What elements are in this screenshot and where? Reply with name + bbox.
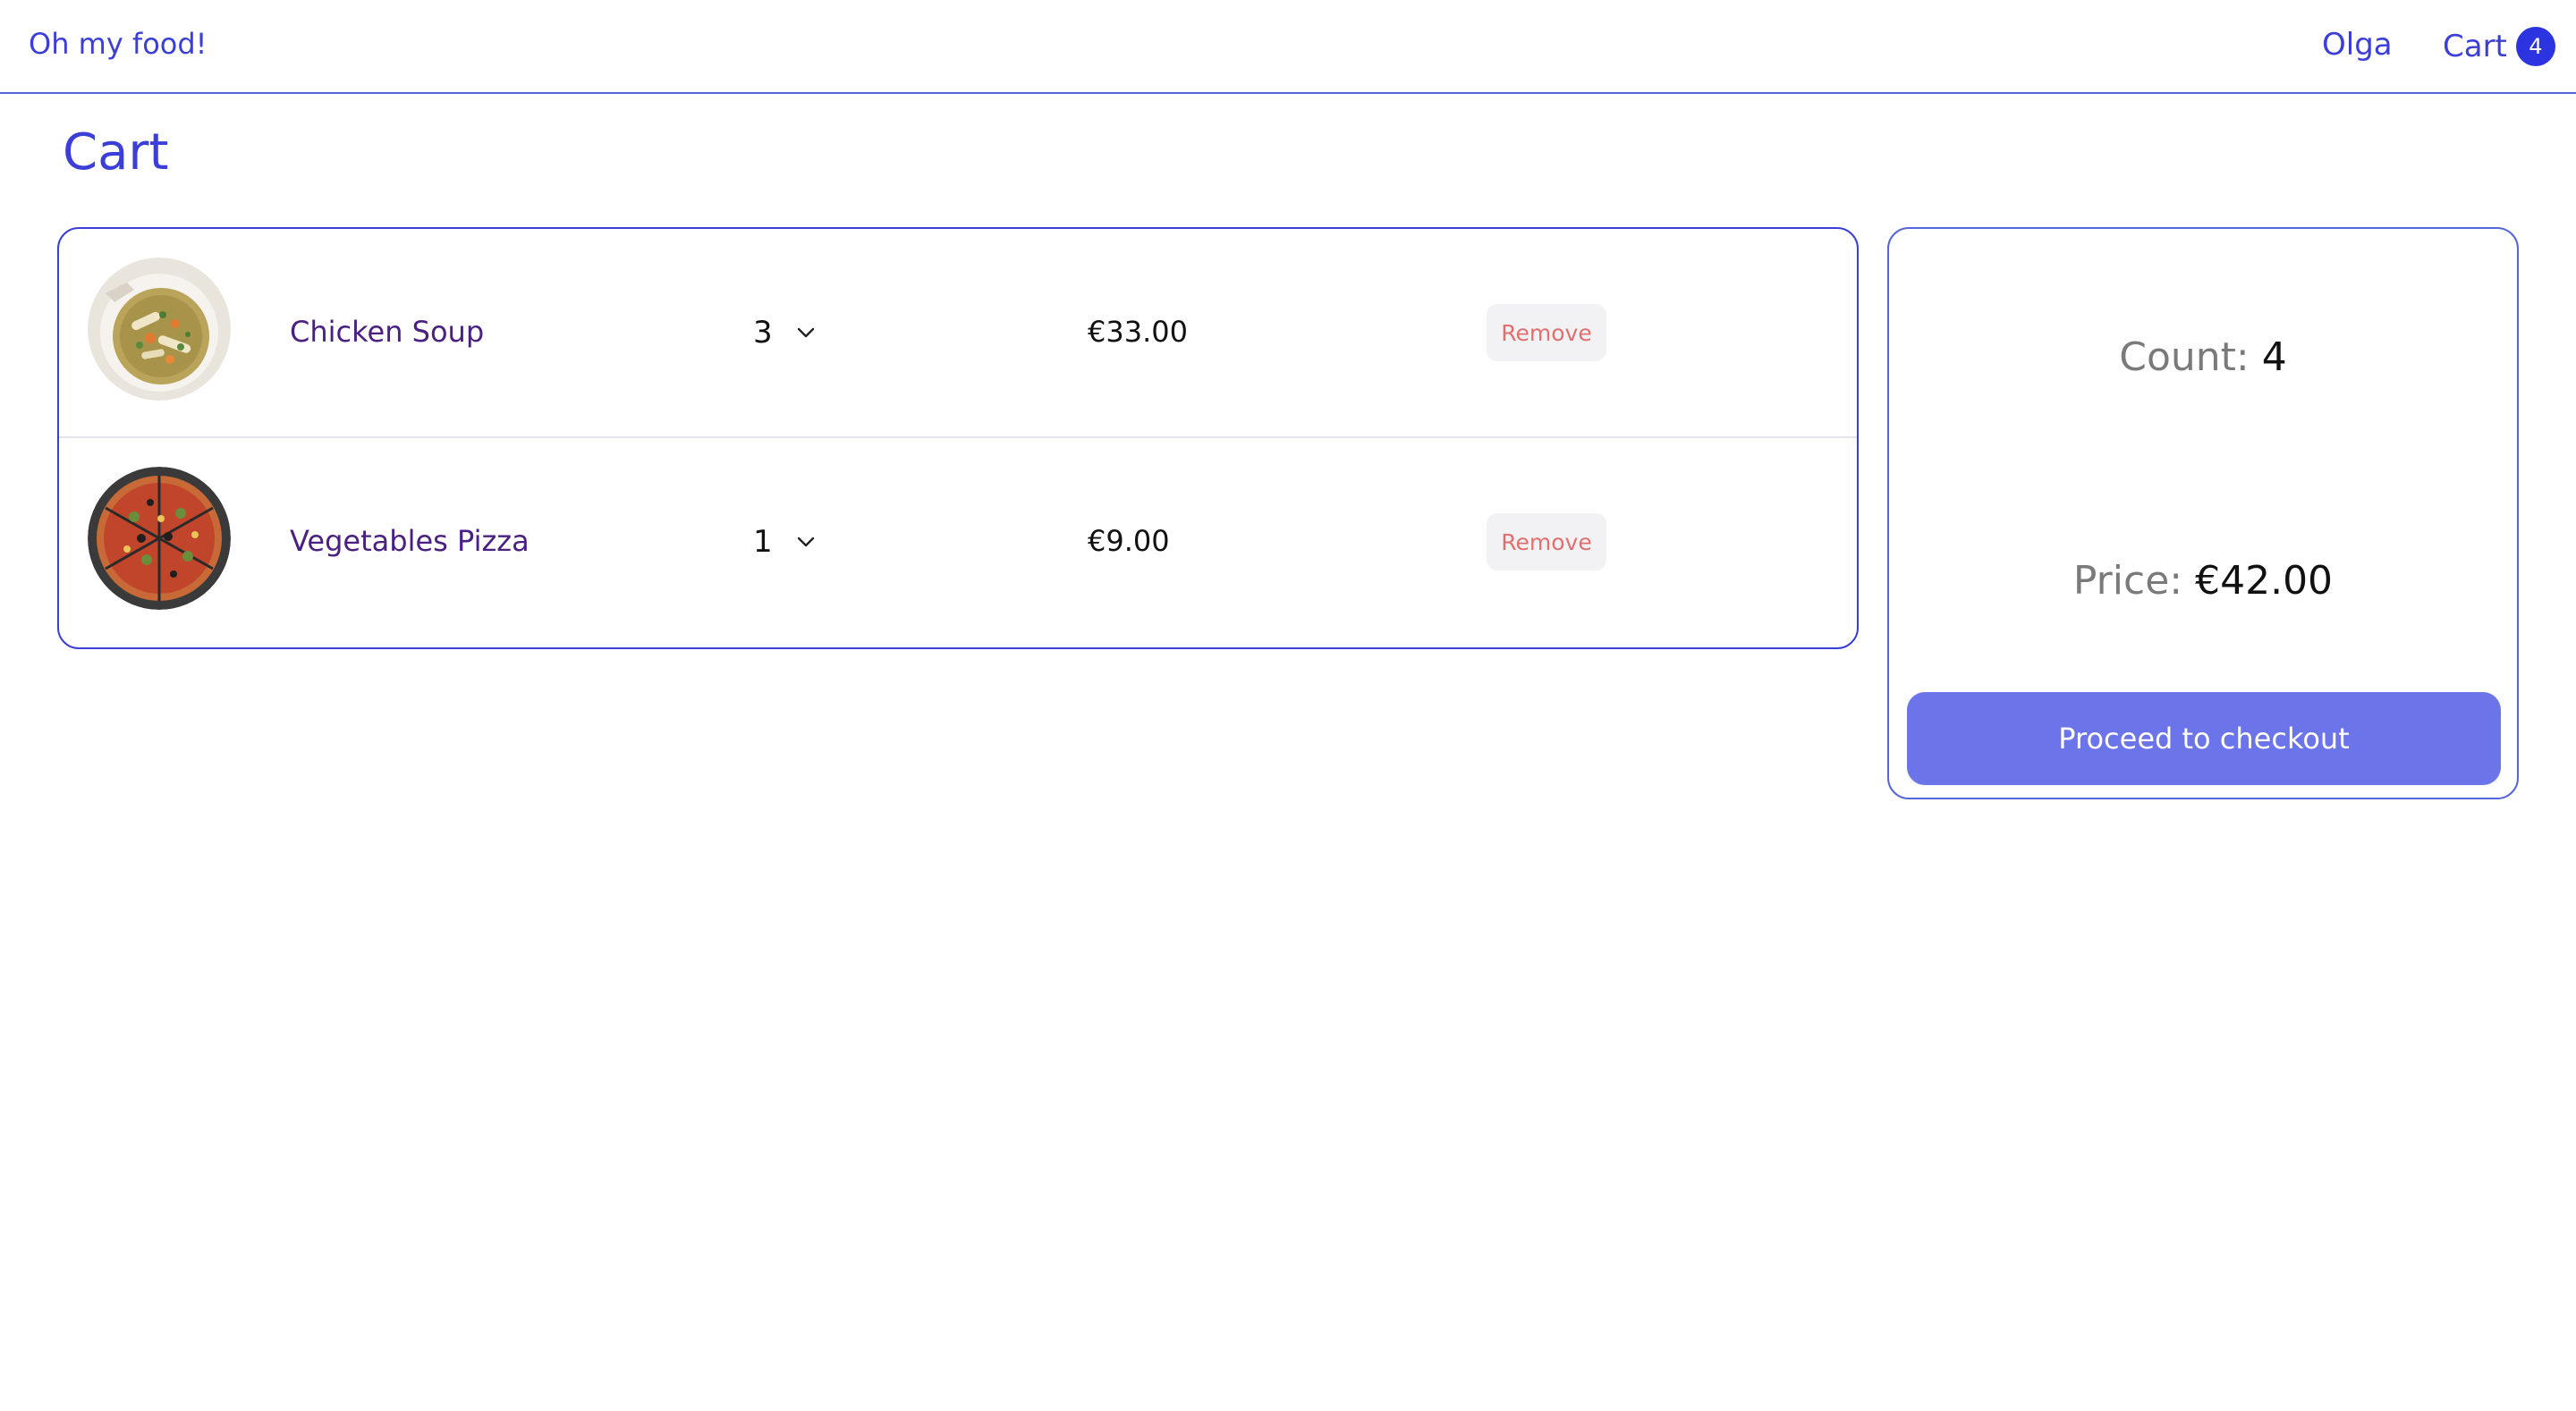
cart-item-row: Vegetables Pizza 1 €9.00 Remove: [59, 438, 1857, 647]
quantity-select[interactable]: 1: [694, 515, 846, 569]
brand-logo-link[interactable]: Oh my food!: [29, 27, 207, 61]
summary-count: Count: 4: [1889, 334, 2517, 380]
count-value: 4: [2261, 334, 2287, 380]
chicken-soup-image: [88, 258, 231, 401]
cart-nav-link[interactable]: Cart 4: [2443, 27, 2555, 66]
count-label: Count:: [2119, 334, 2250, 380]
item-name[interactable]: Vegetables Pizza: [290, 524, 530, 558]
cart-item-row: Chicken Soup 3 €33.00 Remove: [59, 229, 1857, 438]
remove-item-button[interactable]: Remove: [1487, 304, 1606, 361]
user-menu-link[interactable]: Olga: [2322, 27, 2393, 63]
cart-nav-label: Cart: [2443, 29, 2507, 64]
quantity-select[interactable]: 3: [694, 306, 846, 359]
remove-item-button[interactable]: Remove: [1487, 513, 1606, 570]
chevron-down-icon: [797, 537, 814, 547]
chevron-down-icon: [797, 327, 814, 338]
proceed-to-checkout-button[interactable]: Proceed to checkout: [1907, 692, 2501, 785]
order-summary-card: Count: 4 Price: €42.00 Proceed to checko…: [1887, 227, 2519, 799]
cart-items-list: Chicken Soup 3 €33.00 Remove Vegetables …: [57, 227, 1859, 649]
price-value: €42.00: [2195, 558, 2334, 604]
item-name[interactable]: Chicken Soup: [290, 315, 484, 349]
page-title: Cart: [63, 123, 169, 182]
quantity-value: 3: [753, 315, 773, 351]
quantity-value: 1: [753, 524, 773, 560]
item-price: €33.00: [1088, 315, 1188, 349]
vegetables-pizza-image: [88, 467, 231, 610]
price-label: Price:: [2072, 558, 2183, 604]
cart-count-badge: 4: [2515, 27, 2555, 66]
summary-price: Price: €42.00: [1889, 558, 2517, 604]
top-navbar: Oh my food! Olga Cart 4: [0, 0, 2576, 94]
item-price: €9.00: [1088, 524, 1170, 558]
